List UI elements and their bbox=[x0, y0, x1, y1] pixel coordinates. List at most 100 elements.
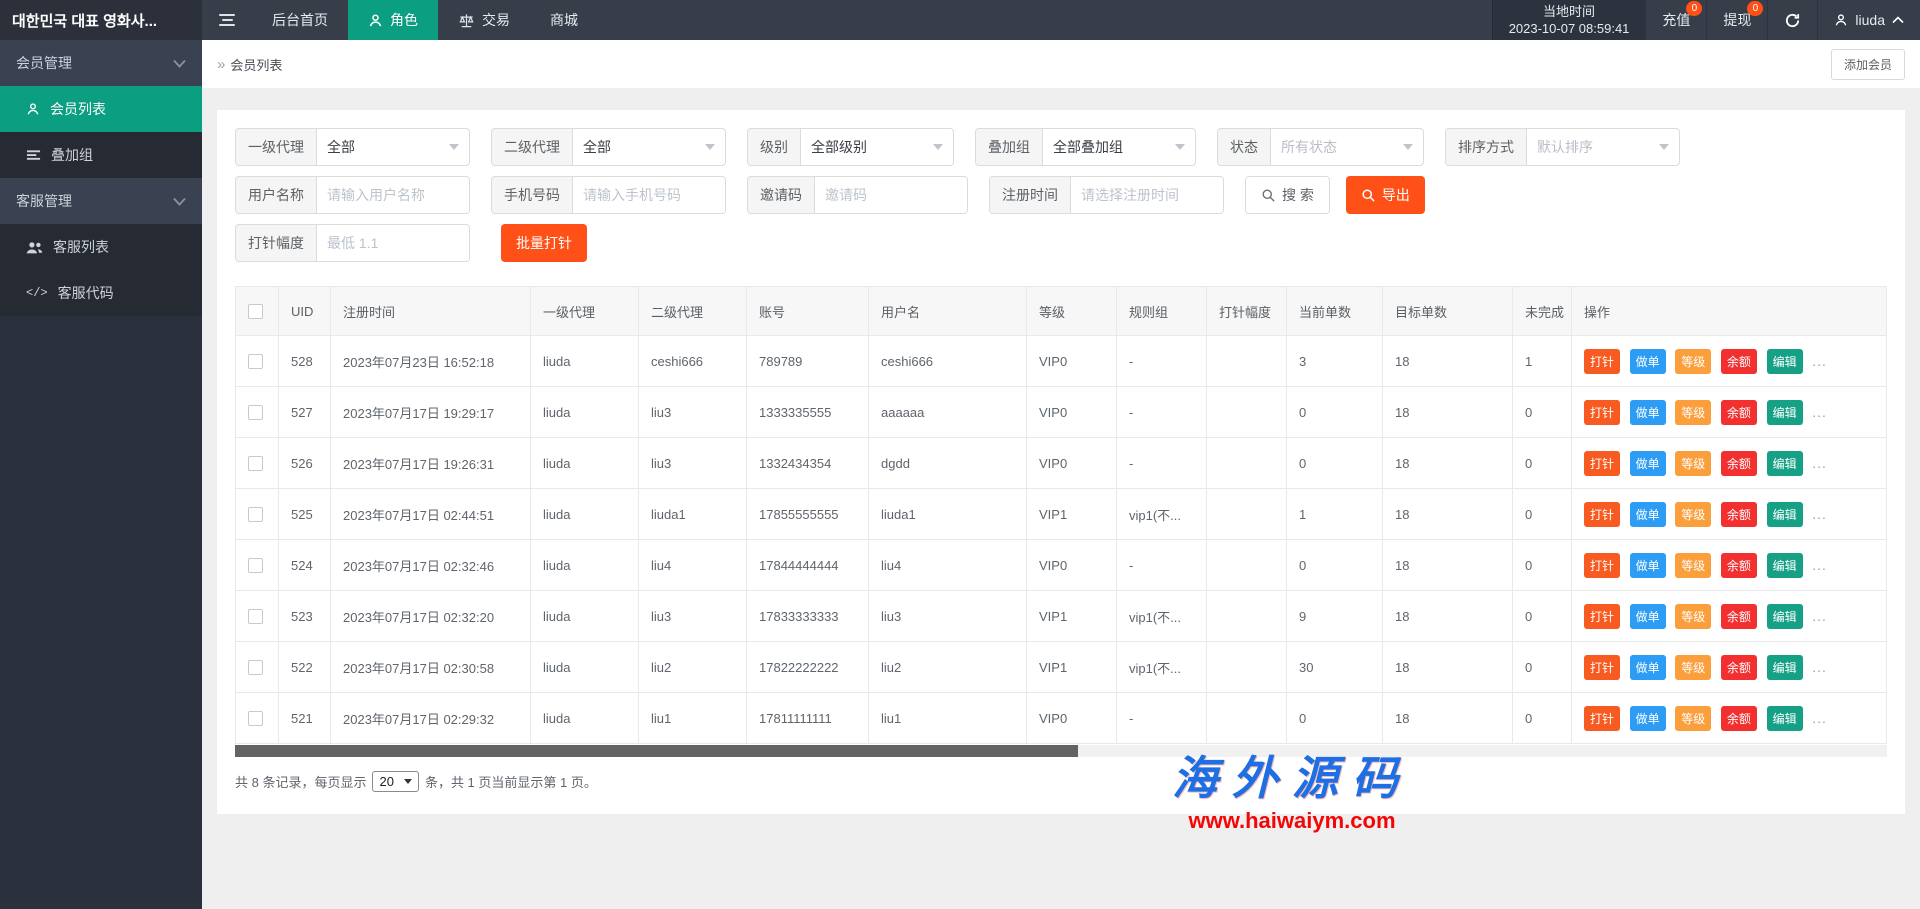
row-checkbox[interactable] bbox=[248, 660, 263, 675]
action-more-button[interactable]: ... bbox=[1812, 659, 1827, 675]
row-checkbox[interactable] bbox=[248, 609, 263, 624]
action-inject-button[interactable]: 打针 bbox=[1584, 706, 1620, 731]
username-input[interactable] bbox=[317, 177, 469, 213]
filter-agent2-select[interactable]: 全部 bbox=[573, 129, 725, 165]
filter-agent1-select[interactable]: 全部 bbox=[317, 129, 469, 165]
action-inject-button[interactable]: 打针 bbox=[1584, 655, 1620, 680]
action-level-button[interactable]: 等级 bbox=[1675, 400, 1711, 425]
reg-time-input[interactable] bbox=[1071, 177, 1223, 213]
filter-sort-select[interactable]: 默认排序 bbox=[1527, 129, 1679, 165]
row-checkbox[interactable] bbox=[248, 711, 263, 726]
action-make-order-button[interactable]: 做单 bbox=[1630, 604, 1666, 629]
phone-input[interactable] bbox=[573, 177, 725, 213]
action-edit-button[interactable]: 编辑 bbox=[1767, 502, 1803, 527]
filter-overlay-group-select[interactable]: 全部叠加组 bbox=[1043, 129, 1195, 165]
sidebar-item-service-list[interactable]: 客服列表 bbox=[0, 224, 202, 270]
cell-username: liu1 bbox=[869, 693, 1027, 744]
top-nav: 后台首页 角色 交易 商城 bbox=[252, 0, 598, 40]
action-level-button[interactable]: 等级 bbox=[1675, 553, 1711, 578]
export-button[interactable]: 导出 bbox=[1346, 176, 1425, 214]
action-edit-button[interactable]: 编辑 bbox=[1767, 451, 1803, 476]
nav-item-dashboard[interactable]: 后台首页 bbox=[252, 0, 348, 40]
action-balance-button[interactable]: 余额 bbox=[1721, 400, 1757, 425]
action-more-button[interactable]: ... bbox=[1812, 353, 1827, 369]
action-make-order-button[interactable]: 做单 bbox=[1630, 451, 1666, 476]
action-level-button[interactable]: 等级 bbox=[1675, 604, 1711, 629]
recharge-button[interactable]: 充值 0 bbox=[1645, 0, 1706, 40]
withdraw-button[interactable]: 提现 0 bbox=[1706, 0, 1767, 40]
horizontal-scrollbar[interactable] bbox=[235, 745, 1887, 757]
action-level-button[interactable]: 等级 bbox=[1675, 655, 1711, 680]
menu-toggle-icon[interactable] bbox=[202, 0, 252, 40]
sidebar-item-service-code[interactable]: </> 客服代码 bbox=[0, 270, 202, 316]
action-balance-button[interactable]: 余额 bbox=[1721, 553, 1757, 578]
select-all-checkbox[interactable] bbox=[248, 304, 263, 319]
refresh-icon bbox=[1784, 12, 1801, 29]
action-inject-button[interactable]: 打针 bbox=[1584, 451, 1620, 476]
row-checkbox[interactable] bbox=[248, 405, 263, 420]
sidebar-item-overlay-group[interactable]: 叠加组 bbox=[0, 132, 202, 178]
action-make-order-button[interactable]: 做单 bbox=[1630, 349, 1666, 374]
action-edit-button[interactable]: 编辑 bbox=[1767, 706, 1803, 731]
action-make-order-button[interactable]: 做单 bbox=[1630, 655, 1666, 680]
action-level-button[interactable]: 等级 bbox=[1675, 451, 1711, 476]
action-make-order-button[interactable]: 做单 bbox=[1630, 706, 1666, 731]
action-make-order-button[interactable]: 做单 bbox=[1630, 400, 1666, 425]
invite-code-input[interactable] bbox=[815, 177, 967, 213]
action-inject-button[interactable]: 打针 bbox=[1584, 604, 1620, 629]
action-inject-button[interactable]: 打针 bbox=[1584, 400, 1620, 425]
action-balance-button[interactable]: 余额 bbox=[1721, 349, 1757, 374]
nav-item-mall[interactable]: 商城 bbox=[530, 0, 598, 40]
action-edit-button[interactable]: 编辑 bbox=[1767, 655, 1803, 680]
action-more-button[interactable]: ... bbox=[1812, 557, 1827, 573]
inject-range-input[interactable] bbox=[317, 225, 469, 261]
add-member-button[interactable]: 添加会员 bbox=[1831, 49, 1905, 80]
action-balance-button[interactable]: 余额 bbox=[1721, 604, 1757, 629]
action-edit-button[interactable]: 编辑 bbox=[1767, 604, 1803, 629]
action-more-button[interactable]: ... bbox=[1812, 608, 1827, 624]
topbar-right: 当地时间 2023-10-07 08:59:41 充值 0 提现 0 liuda bbox=[1492, 0, 1920, 40]
action-edit-button[interactable]: 编辑 bbox=[1767, 400, 1803, 425]
cell-actions: 打针 做单 等级 余额 编辑 ... bbox=[1571, 336, 1887, 387]
row-checkbox[interactable] bbox=[248, 354, 263, 369]
action-inject-button[interactable]: 打针 bbox=[1584, 553, 1620, 578]
refresh-button[interactable] bbox=[1767, 0, 1817, 40]
nav-item-trade[interactable]: 交易 bbox=[438, 0, 530, 40]
page-size-select[interactable]: 20 bbox=[372, 771, 418, 792]
sidebar-group-member-management[interactable]: 会员管理 bbox=[0, 40, 202, 86]
action-more-button[interactable]: ... bbox=[1812, 404, 1827, 420]
action-balance-button[interactable]: 余额 bbox=[1721, 502, 1757, 527]
action-balance-button[interactable]: 余额 bbox=[1721, 655, 1757, 680]
filter-status-select[interactable]: 所有状态 bbox=[1271, 129, 1423, 165]
filter-level-select[interactable]: 全部级别 bbox=[801, 129, 953, 165]
cell-account: 17855555555 bbox=[747, 489, 869, 540]
action-more-button[interactable]: ... bbox=[1812, 506, 1827, 522]
row-checkbox[interactable] bbox=[248, 456, 263, 471]
action-level-button[interactable]: 等级 bbox=[1675, 706, 1711, 731]
action-more-button[interactable]: ... bbox=[1812, 710, 1827, 726]
action-make-order-button[interactable]: 做单 bbox=[1630, 553, 1666, 578]
cell-uid: 527 bbox=[279, 387, 331, 438]
search-button[interactable]: 搜 索 bbox=[1245, 176, 1330, 214]
action-balance-button[interactable]: 余额 bbox=[1721, 451, 1757, 476]
nav-item-roles[interactable]: 角色 bbox=[348, 0, 438, 40]
scrollbar-thumb[interactable] bbox=[235, 745, 1078, 757]
action-edit-button[interactable]: 编辑 bbox=[1767, 349, 1803, 374]
action-balance-button[interactable]: 余额 bbox=[1721, 706, 1757, 731]
user-menu[interactable]: liuda bbox=[1817, 0, 1920, 40]
batch-inject-button[interactable]: 批量打针 bbox=[501, 224, 587, 262]
recharge-label: 充值 bbox=[1662, 10, 1690, 30]
sidebar-item-member-list[interactable]: 会员列表 bbox=[0, 86, 202, 132]
action-more-button[interactable]: ... bbox=[1812, 455, 1827, 471]
col-header-level: 等级 bbox=[1027, 286, 1117, 336]
sidebar-group-service-management[interactable]: 客服管理 bbox=[0, 178, 202, 224]
action-level-button[interactable]: 等级 bbox=[1675, 502, 1711, 527]
row-checkbox[interactable] bbox=[248, 507, 263, 522]
action-make-order-button[interactable]: 做单 bbox=[1630, 502, 1666, 527]
row-checkbox[interactable] bbox=[248, 558, 263, 573]
action-inject-button[interactable]: 打针 bbox=[1584, 349, 1620, 374]
action-inject-button[interactable]: 打针 bbox=[1584, 502, 1620, 527]
sidebar-item-label: 客服代码 bbox=[58, 283, 114, 303]
action-edit-button[interactable]: 编辑 bbox=[1767, 553, 1803, 578]
action-level-button[interactable]: 等级 bbox=[1675, 349, 1711, 374]
